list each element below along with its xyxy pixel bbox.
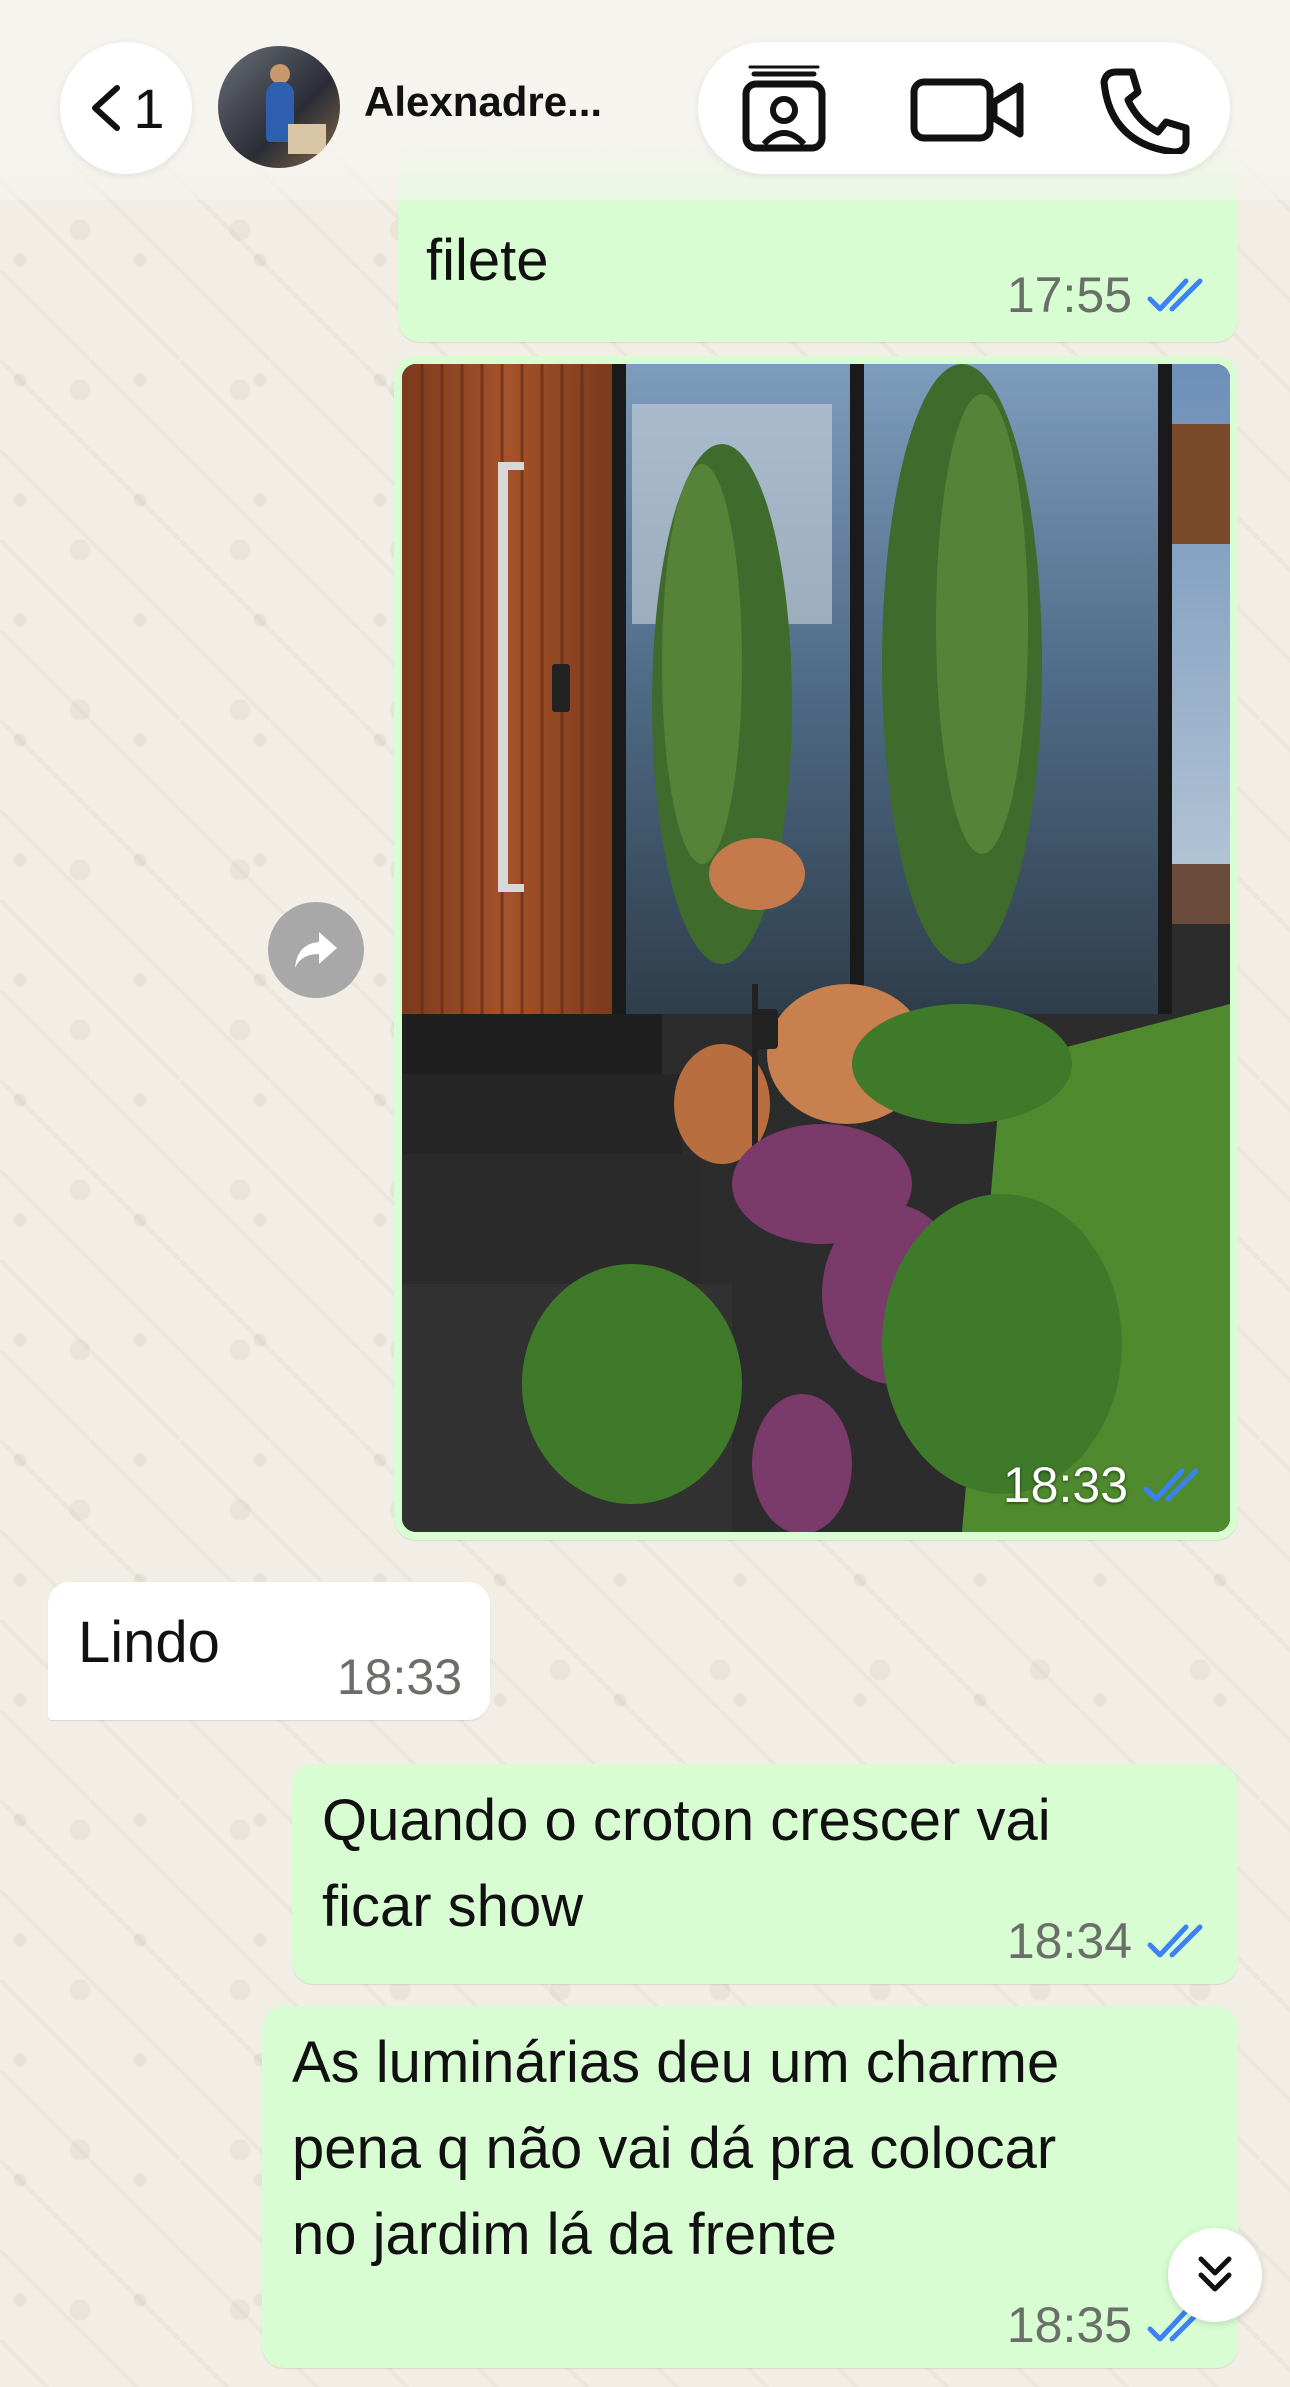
message-bubble-incoming[interactable]: Lindo 18:33: [48, 1582, 490, 1720]
message-line: ficar show: [322, 1874, 584, 1939]
message-bubble-outgoing[interactable]: Quando o croton crescer vai ficar show 1…: [292, 1764, 1238, 1984]
voice-call-button[interactable]: [1094, 64, 1194, 154]
message-time: 18:33: [1002, 1457, 1128, 1513]
forward-button[interactable]: [268, 902, 364, 998]
call-actions: [698, 42, 1230, 174]
message-line: As luminárias deu um charme: [292, 2030, 1060, 2095]
message-text: As luminárias deu um charme pena q não v…: [292, 2020, 1059, 2278]
message-meta: 17:55: [1007, 266, 1216, 324]
message-bubble-outgoing[interactable]: As luminárias deu um charme pena q não v…: [262, 2006, 1238, 2368]
message-meta: 18:33: [1003, 1456, 1212, 1514]
chevron-left-icon: [92, 85, 121, 131]
message-text: Quando o croton crescer vai ficar show: [322, 1778, 1051, 1950]
double-check-icon: [1147, 278, 1203, 312]
double-check-icon: [1143, 1468, 1199, 1502]
message-text: filete: [426, 228, 549, 293]
video-call-button[interactable]: [908, 64, 1028, 154]
message-time: 18:34: [1006, 1913, 1132, 1969]
message-line: Quando o croton crescer vai: [322, 1788, 1051, 1853]
avatar[interactable]: [218, 46, 340, 168]
unread-count: 1: [133, 76, 165, 140]
contact-card-button[interactable]: [734, 64, 834, 154]
message-time: 17:55: [1006, 267, 1132, 323]
double-check-icon: [1147, 1924, 1203, 1958]
scroll-to-bottom-button[interactable]: [1168, 2228, 1262, 2322]
photo-message-image[interactable]: 18:33: [402, 364, 1230, 1532]
double-chevron-down-icon: [1198, 2256, 1232, 2292]
message-time: 18:33: [336, 1649, 462, 1705]
garden-photo: [402, 364, 1230, 1532]
contact-name[interactable]: Alexnadre...: [364, 78, 602, 126]
back-button[interactable]: 1: [60, 42, 192, 174]
message-line: no jardim lá da frente: [292, 2202, 837, 2267]
video-camera-icon: [910, 78, 1024, 142]
forward-arrow-icon: [295, 932, 337, 968]
message-meta: 18:33: [337, 1648, 462, 1706]
message-meta: 18:34: [1007, 1912, 1216, 1970]
message-text: Lindo: [78, 1610, 220, 1675]
message-time: 18:35: [1006, 2297, 1132, 2353]
phone-icon: [1100, 68, 1190, 154]
chat-header: 1 Alexnadre...: [0, 0, 1290, 200]
message-line: pena q não vai dá pra colocar: [292, 2116, 1057, 2181]
contact-card-icon: [742, 65, 826, 152]
